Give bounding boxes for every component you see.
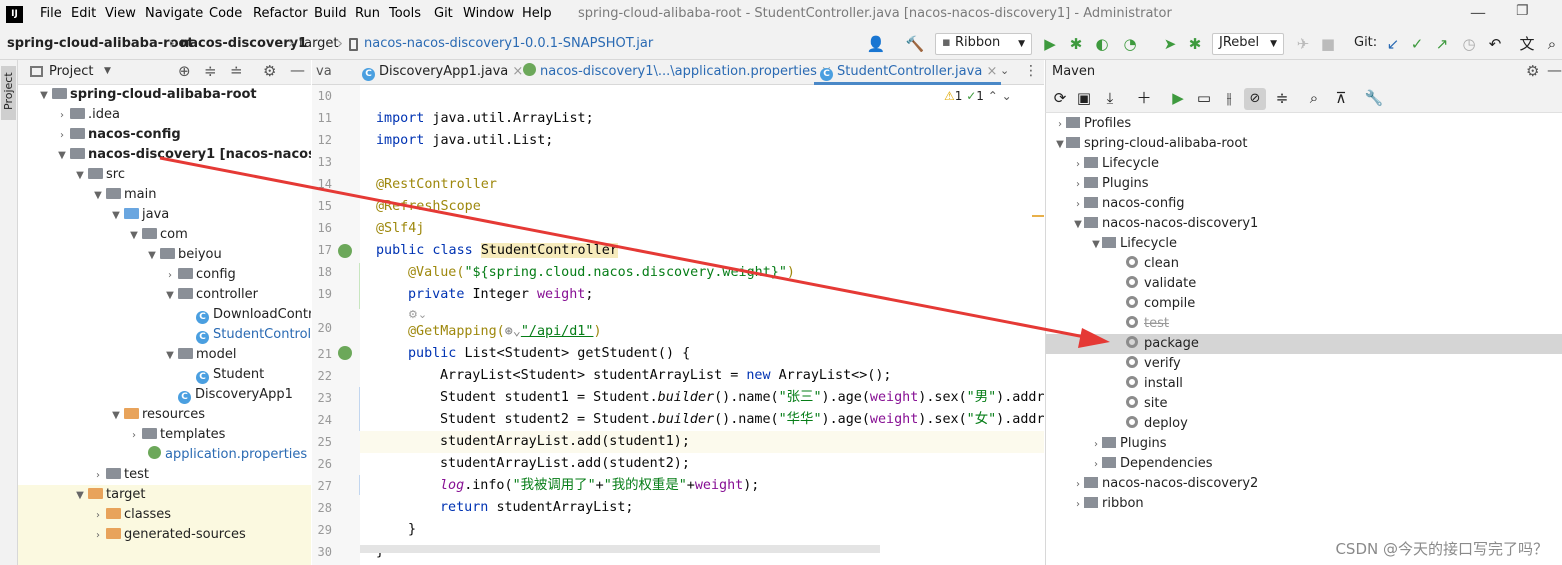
- watermark: CSDN @今天的接口写完了吗？: [1335, 540, 1548, 558]
- annotation-arrow: [159, 156, 1110, 348]
